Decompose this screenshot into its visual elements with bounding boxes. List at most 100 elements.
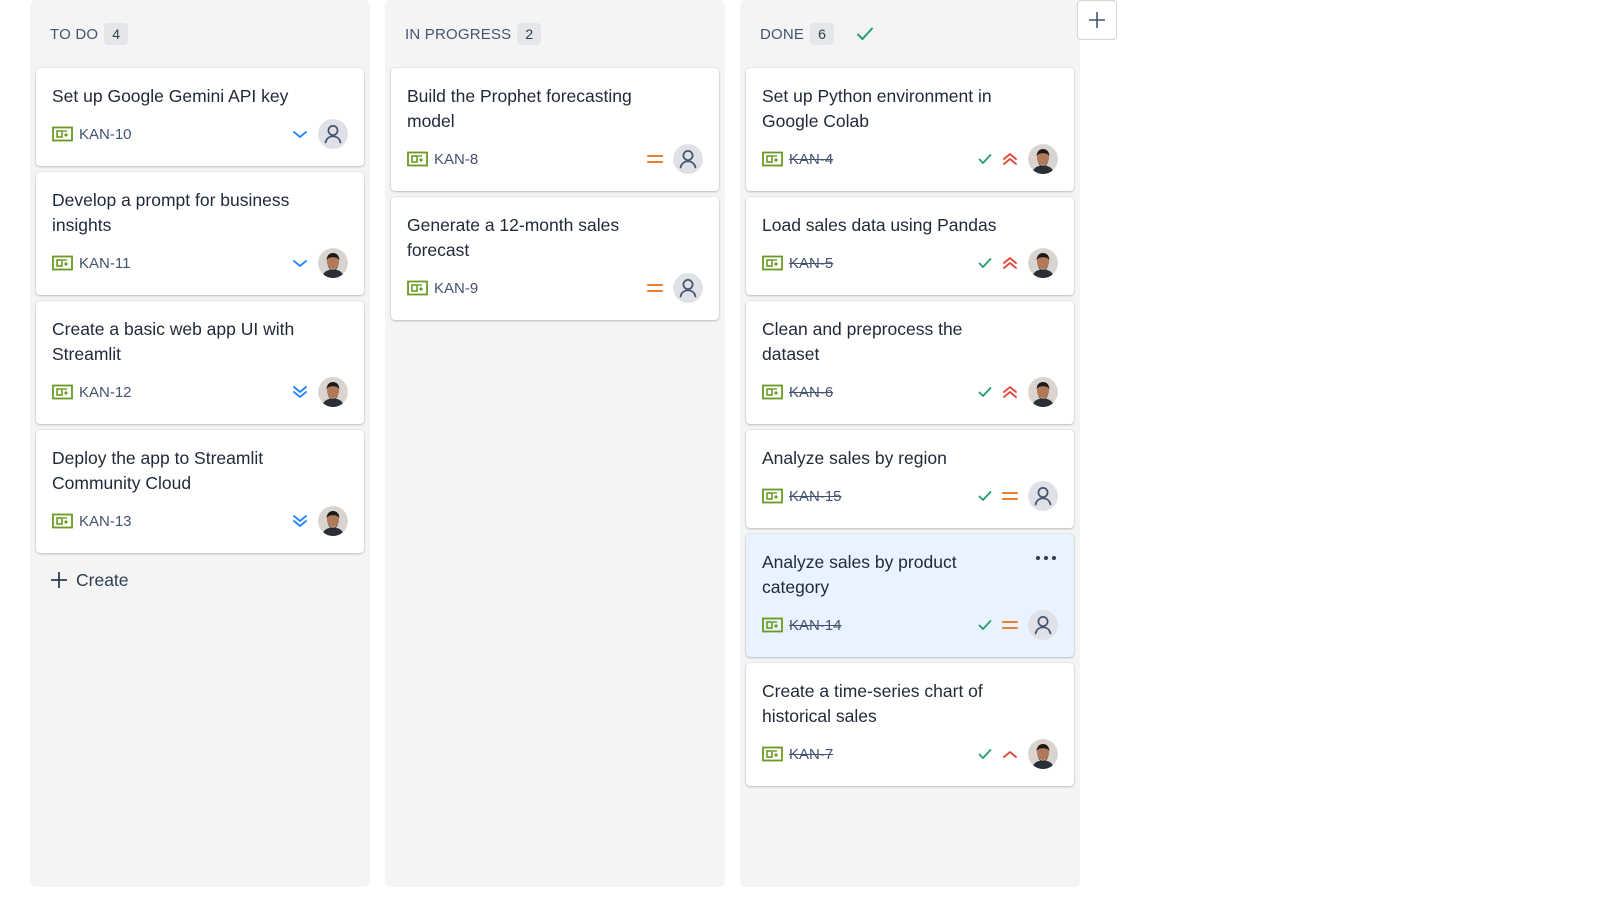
issue-key[interactable]: KAN-12 <box>79 384 132 401</box>
kanban-board: TO DO 4 Set up Google Gemini API key KAN-10… <box>30 0 1080 887</box>
more-options-icon[interactable] <box>1036 556 1056 560</box>
done-check-icon <box>978 490 992 502</box>
priority-medium-icon <box>1002 490 1018 502</box>
create-label: Create <box>76 569 129 590</box>
issue-title: Develop a prompt for business insights <box>52 190 290 235</box>
issue-meta <box>292 506 348 536</box>
issue-key-group: KAN-12 <box>52 384 132 401</box>
priority-highest-icon <box>1002 255 1018 271</box>
assignee-avatar[interactable] <box>318 377 348 407</box>
issue-footer: KAN-14 <box>762 610 1058 640</box>
column-header: DONE 6 <box>746 0 1074 68</box>
create-issue-button[interactable]: Create <box>36 562 364 598</box>
issue-key[interactable]: KAN-15 <box>789 488 842 505</box>
issue-card[interactable]: Clean and preprocess the dataset KAN-6 <box>746 301 1074 424</box>
issue-key[interactable]: KAN-8 <box>434 151 478 168</box>
issue-meta <box>292 248 348 278</box>
issue-card[interactable]: Build the Prophet forecasting model KAN-8 <box>391 68 719 191</box>
issue-key[interactable]: KAN-9 <box>434 280 478 297</box>
unassigned-avatar-icon[interactable] <box>1028 610 1058 640</box>
issue-meta <box>978 144 1058 174</box>
unassigned-avatar-icon[interactable] <box>1028 481 1058 511</box>
issue-key[interactable]: KAN-11 <box>79 255 130 272</box>
unassigned-avatar-icon[interactable] <box>318 119 348 149</box>
story-icon <box>52 255 73 271</box>
issue-card[interactable]: Load sales data using Pandas KAN-5 <box>746 197 1074 295</box>
story-icon <box>407 151 428 167</box>
issue-key[interactable]: KAN-4 <box>789 151 833 168</box>
card-list: Build the Prophet forecasting model KAN-8… <box>391 68 719 320</box>
story-icon <box>407 280 428 296</box>
story-icon <box>762 617 783 633</box>
issue-card[interactable]: Set up Python environment in Google Cola… <box>746 68 1074 191</box>
issue-card[interactable]: Develop a prompt for business insights KA… <box>36 172 364 295</box>
assignee-avatar[interactable] <box>1028 739 1058 769</box>
issue-footer: KAN-10 <box>52 119 348 149</box>
unassigned-avatar-icon[interactable] <box>673 273 703 303</box>
issue-card[interactable]: Deploy the app to Streamlit Community Cl… <box>36 430 364 553</box>
priority-low-icon <box>292 257 308 269</box>
priority-low-icon <box>292 128 308 140</box>
issue-key[interactable]: KAN-13 <box>79 513 132 530</box>
issue-meta <box>292 377 348 407</box>
issue-key[interactable]: KAN-6 <box>789 384 833 401</box>
column-header: IN PROGRESS 2 <box>391 0 719 68</box>
column-count-badge: 2 <box>517 23 542 45</box>
issue-card[interactable]: Analyze sales by product category KAN-14 <box>746 534 1074 657</box>
done-check-icon <box>978 748 992 760</box>
issue-meta <box>978 481 1058 511</box>
issue-footer: KAN-15 <box>762 481 1058 511</box>
issue-key[interactable]: KAN-5 <box>789 255 833 272</box>
issue-card[interactable]: Create a time-series chart of historical… <box>746 663 1074 786</box>
issue-key[interactable]: KAN-7 <box>789 746 833 763</box>
issue-footer: KAN-5 <box>762 248 1058 278</box>
issue-meta <box>647 273 703 303</box>
issue-meta <box>292 119 348 149</box>
column-title: IN PROGRESS <box>405 25 512 43</box>
issue-title: Load sales data using Pandas <box>762 215 997 235</box>
issue-key-group: KAN-13 <box>52 513 132 530</box>
issue-key[interactable]: KAN-14 <box>789 617 842 634</box>
issue-card[interactable]: Generate a 12-month sales forecast KAN-9 <box>391 197 719 320</box>
issue-key-group: KAN-4 <box>762 151 833 168</box>
add-column-button[interactable] <box>1077 0 1117 40</box>
issue-card[interactable]: Create a basic web app UI with Streamlit… <box>36 301 364 424</box>
story-icon <box>52 126 73 142</box>
issue-title: Build the Prophet forecasting model <box>407 86 632 131</box>
priority-lowest-icon <box>292 513 308 529</box>
issue-key[interactable]: KAN-10 <box>79 126 132 143</box>
story-icon <box>762 488 783 504</box>
column-in-progress: IN PROGRESS 2 Build the Prophet forecastin… <box>385 0 725 887</box>
issue-card[interactable]: Set up Google Gemini API key KAN-10 <box>36 68 364 166</box>
card-list: Set up Google Gemini API key KAN-10 Develo… <box>36 68 364 553</box>
story-icon <box>762 384 783 400</box>
issue-key-group: KAN-7 <box>762 746 833 763</box>
column-count-badge: 6 <box>810 23 834 45</box>
issue-key-group: KAN-6 <box>762 384 833 401</box>
assignee-avatar[interactable] <box>318 506 348 536</box>
priority-high-icon <box>1002 748 1018 760</box>
issue-footer: KAN-11 <box>52 248 348 278</box>
assignee-avatar[interactable] <box>1028 248 1058 278</box>
issue-key-group: KAN-10 <box>52 126 132 143</box>
issue-title: Create a time-series chart of historical… <box>762 681 983 726</box>
issue-card[interactable]: Analyze sales by region KAN-15 <box>746 430 1074 528</box>
assignee-avatar[interactable] <box>318 248 348 278</box>
unassigned-avatar-icon[interactable] <box>673 144 703 174</box>
assignee-avatar[interactable] <box>1028 377 1058 407</box>
done-check-icon <box>978 386 992 398</box>
done-check-icon <box>978 153 992 165</box>
issue-meta <box>978 377 1058 407</box>
issue-title: Set up Python environment in Google Cola… <box>762 86 992 131</box>
issue-footer: KAN-9 <box>407 273 703 303</box>
priority-highest-icon <box>1002 151 1018 167</box>
column-done: DONE 6 Set up Python environment in Google… <box>740 0 1080 887</box>
issue-meta <box>978 610 1058 640</box>
issue-title: Create a basic web app UI with Streamlit <box>52 319 295 364</box>
issue-footer: KAN-12 <box>52 377 348 407</box>
issue-footer: KAN-4 <box>762 144 1058 174</box>
issue-footer: KAN-6 <box>762 377 1058 407</box>
assignee-avatar[interactable] <box>1028 144 1058 174</box>
card-list: Set up Python environment in Google Cola… <box>746 68 1074 786</box>
issue-title: Analyze sales by product category <box>762 552 957 597</box>
